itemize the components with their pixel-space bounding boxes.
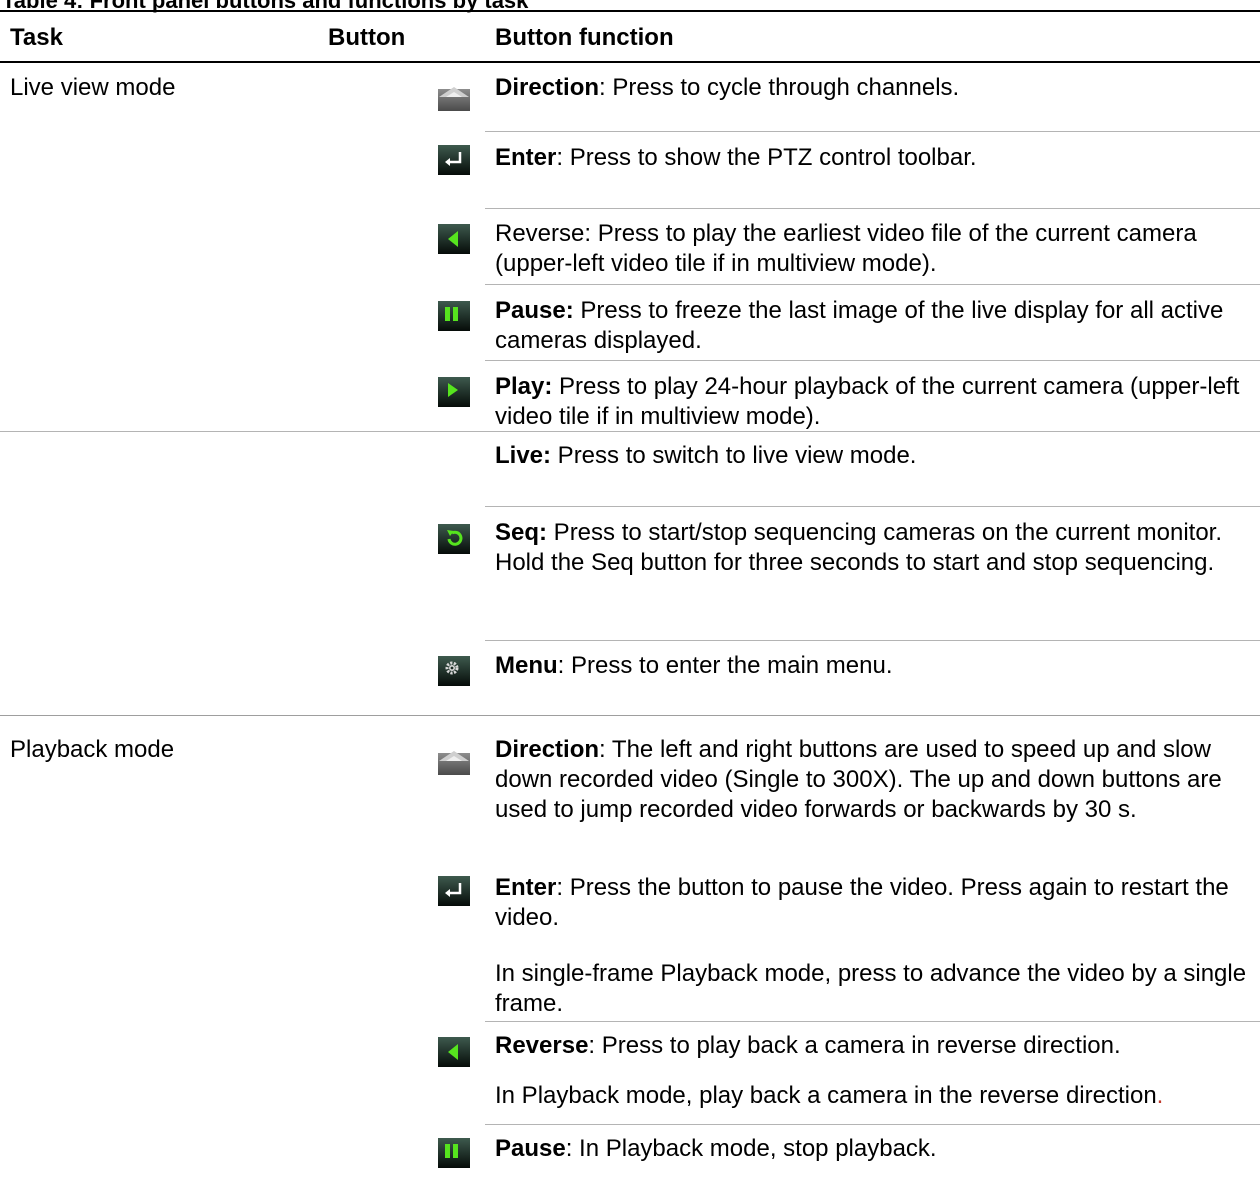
menu-gear-icon	[438, 656, 470, 686]
enter-icon	[438, 876, 470, 906]
row-divider	[485, 131, 1260, 132]
pb-reverse-text: Reverse: Press to play back a camera in …	[495, 1032, 1121, 1059]
pause-icon	[438, 1138, 470, 1168]
header-task: Task	[10, 24, 63, 51]
task-live-view: Live view mode	[10, 74, 176, 101]
pb-pause-text: Pause: In Playback mode, stop playback.	[495, 1135, 937, 1162]
row-divider	[485, 640, 1260, 641]
row-divider	[485, 360, 1260, 361]
reverse-icon	[438, 224, 470, 254]
table-top-rule	[0, 10, 1260, 12]
header-function: Button function	[495, 24, 674, 51]
row-divider	[485, 1124, 1260, 1125]
live-menu-text: Menu: Press to enter the main menu.	[495, 652, 893, 679]
live-enter-text: Enter: Press to show the PTZ control too…	[495, 144, 977, 171]
header-button: Button	[328, 24, 406, 51]
enter-icon	[438, 145, 470, 175]
pause-icon	[438, 301, 470, 331]
direction-arrow-icon	[438, 83, 470, 113]
live-seq-text: Seq: Press to start/stop sequencing came…	[495, 519, 1223, 576]
task-playback: Playback mode	[10, 736, 175, 763]
play-icon	[438, 377, 470, 407]
live-direction-text: Direction: Press to cycle through channe…	[495, 74, 960, 101]
pb-direction-text: Direction: The left and right buttons ar…	[495, 736, 1222, 823]
pb-enter-extra: In single-frame Playback mode, press to …	[495, 960, 1247, 1017]
task-separator	[0, 715, 1260, 716]
row-divider	[485, 208, 1260, 209]
pb-enter-text: Enter: Press the button to pause the vid…	[495, 874, 1229, 931]
live-pause-text: Pause: Press to freeze the last image of…	[495, 297, 1224, 354]
header-rule	[0, 61, 1260, 63]
live-live-text: Live: Press to switch to live view mode.	[495, 442, 917, 469]
row-divider	[485, 284, 1260, 285]
live-reverse-text: Reverse: Press to play the earliest vide…	[495, 220, 1197, 277]
table-header: Task Button Button function	[0, 18, 1260, 60]
direction-arrow-icon	[438, 747, 470, 777]
row-divider	[485, 506, 1260, 507]
row-divider	[485, 1021, 1260, 1022]
row-divider	[0, 431, 1260, 432]
pb-reverse-extra: In Playback mode, play back a camera in …	[495, 1082, 1164, 1109]
reverse-icon	[438, 1037, 470, 1067]
sequence-icon	[438, 524, 470, 554]
live-play-text: Play: Press to play 24-hour playback of …	[495, 373, 1240, 430]
